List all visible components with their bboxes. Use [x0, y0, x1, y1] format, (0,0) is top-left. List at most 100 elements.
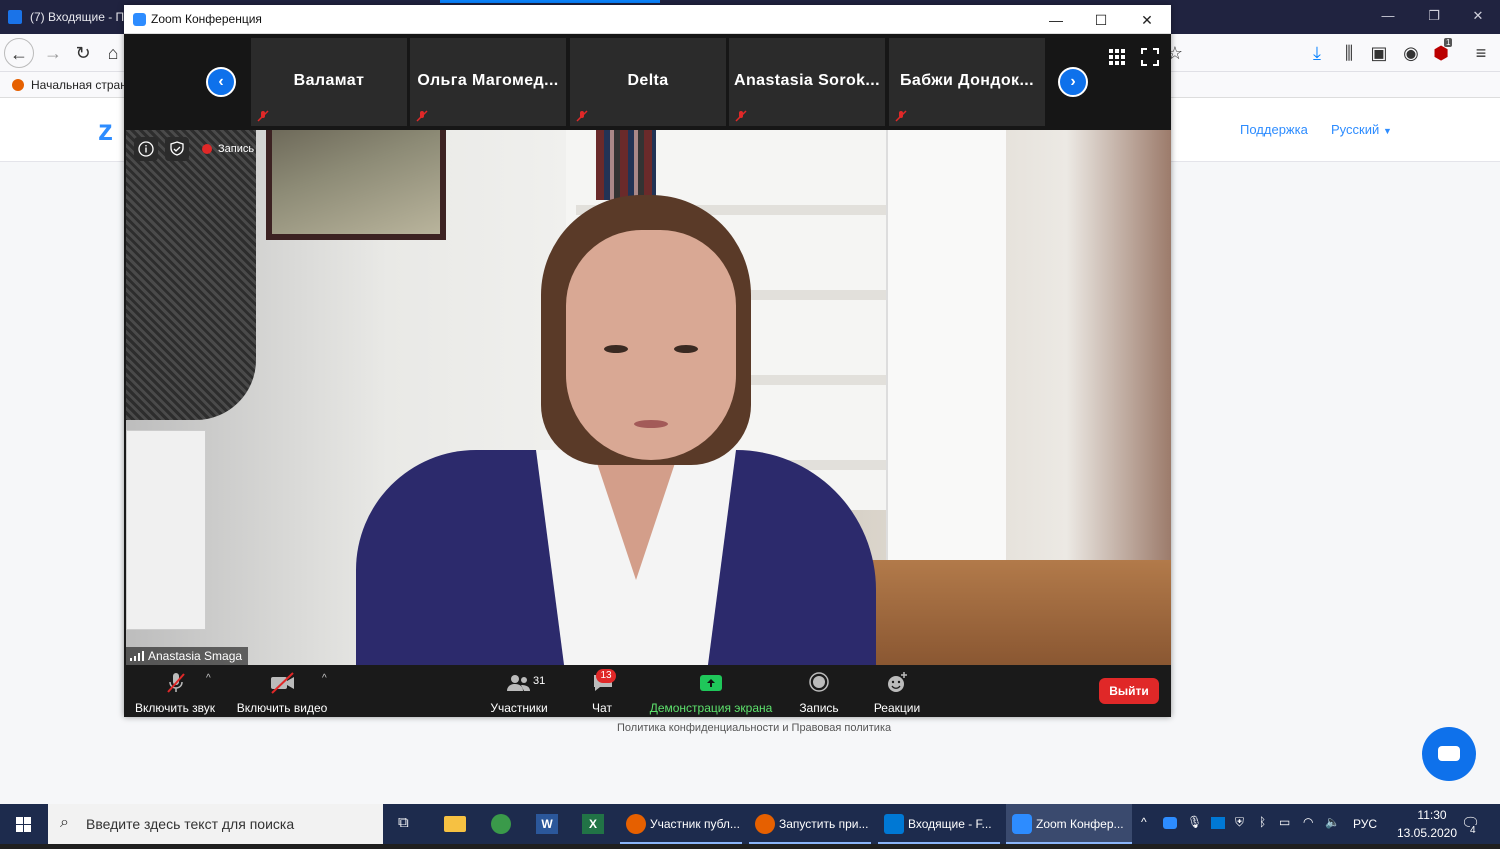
search-icon: ⌕ — [60, 814, 69, 831]
browser-restore-button[interactable]: ❐ — [1414, 4, 1454, 28]
video-off-icon — [271, 672, 294, 694]
start-video-label: Включить видео — [236, 701, 328, 715]
chat-badge: 13 — [596, 669, 616, 683]
forward-icon[interactable]: → — [38, 38, 68, 68]
taskbar-task-zoom[interactable]: Zoom Конфер... — [1006, 804, 1132, 844]
support-link[interactable]: Поддержка — [1240, 122, 1308, 137]
unmute-label: Включить звук — [134, 701, 216, 715]
gallery-view-icon[interactable] — [1106, 46, 1128, 68]
clock-date[interactable]: 13.05.2020 — [1387, 826, 1467, 840]
taskbar-search[interactable]: ⌕ Введите здесь текст для поиска — [48, 804, 383, 844]
clock-time[interactable]: 11:30 — [1397, 808, 1467, 822]
battery-icon[interactable]: ▭ — [1279, 815, 1290, 829]
download-icon[interactable]: ⤓ — [1302, 38, 1332, 68]
taskbar-task-firefox-1[interactable]: Участник публ... — [620, 804, 742, 844]
participant-thumb[interactable]: Валамат — [251, 38, 407, 126]
participant-thumb[interactable]: Ольга Магомед... — [410, 38, 566, 126]
task-view-button[interactable]: ⧉ — [383, 804, 429, 844]
account-icon[interactable]: ◉ — [1396, 38, 1426, 68]
firefox-icon — [755, 814, 775, 834]
active-tab-indicator — [440, 0, 660, 3]
share-screen-button[interactable]: Демонстрация экрана — [644, 665, 778, 717]
menu-icon[interactable]: ≡ — [1466, 38, 1496, 68]
participant-strip: ‹ Валамат Ольга Магомед... Delta Anastas… — [124, 34, 1171, 130]
bluetooth-icon[interactable]: ᛒ — [1259, 815, 1266, 829]
chevron-left-icon: ‹ — [218, 73, 224, 90]
video-books — [596, 130, 656, 200]
tray-chevron-icon[interactable]: ^ — [1141, 815, 1147, 829]
maps-button[interactable] — [478, 804, 524, 844]
zoom-maximize-button[interactable]: ☐ — [1079, 7, 1123, 33]
video-printer — [126, 430, 206, 630]
browser-tab-label: (7) Входящие - П — [30, 10, 124, 24]
firefox-icon — [626, 814, 646, 834]
task-label: Zoom Конфер... — [1036, 817, 1124, 831]
support-chat-button[interactable] — [1422, 727, 1476, 781]
policy-link[interactable]: Политика конфиденциальности и Правовая п… — [617, 722, 891, 734]
record-button[interactable]: Запись — [788, 665, 850, 717]
windows-taskbar: ⌕ Введите здесь текст для поиска ⧉ W X У… — [0, 804, 1500, 844]
language-link[interactable]: Русский — [1331, 122, 1379, 137]
zoom-minimize-button[interactable]: — — [1034, 7, 1078, 33]
participant-thumb[interactable]: Бабжи Дондок... — [889, 38, 1045, 126]
participant-name: Anastasia Sorok... — [734, 72, 880, 89]
participant-name: Delta — [627, 72, 669, 89]
video-floor — [826, 560, 1171, 665]
defender-icon[interactable]: ⛨ — [1235, 815, 1244, 830]
browser-close-button[interactable]: ✕ — [1458, 4, 1498, 28]
globe-icon — [491, 814, 511, 834]
fullscreen-icon[interactable] — [1139, 46, 1161, 68]
reload-icon[interactable]: ↻ — [68, 38, 98, 68]
recording-indicator: Запись — [198, 141, 254, 157]
reactions-button[interactable]: Реакции — [866, 665, 928, 717]
windows-logo-icon — [16, 817, 31, 832]
participants-button[interactable]: 31 Участники — [484, 665, 554, 717]
browser-tab-inbox[interactable]: (7) Входящие - П — [0, 4, 124, 34]
bookmark-home[interactable]: Начальная стран — [31, 78, 127, 92]
taskbar-task-outlook[interactable]: Входящие - F... — [878, 804, 1000, 844]
back-icon[interactable]: ← — [4, 38, 34, 68]
sidebar-icon[interactable]: ▣ — [1364, 38, 1394, 68]
word-icon: W — [536, 814, 558, 834]
participant-thumb[interactable]: Delta — [570, 38, 726, 126]
audio-options-chevron-icon[interactable]: ^ — [206, 673, 211, 684]
start-button[interactable] — [0, 804, 48, 844]
microphone-icon[interactable]: 🎙 — [1187, 815, 1202, 829]
library-icon[interactable]: ⫼ — [1334, 38, 1364, 68]
zoom-icon — [1012, 814, 1032, 834]
strip-prev-button[interactable]: ‹ — [206, 67, 236, 97]
excel-icon: X — [582, 814, 604, 834]
leave-meeting-button[interactable]: Выйти — [1099, 678, 1159, 704]
excel-button[interactable]: X — [570, 804, 616, 844]
wifi-icon[interactable]: ◠ — [1303, 815, 1313, 829]
input-language[interactable]: РУС — [1353, 817, 1377, 831]
active-speaker-video — [126, 130, 1171, 665]
zoom-logo-icon[interactable]: z — [98, 114, 113, 148]
firefox-icon — [12, 79, 24, 91]
chevron-down-icon: ▼ — [1383, 126, 1392, 136]
participant-thumb[interactable]: Anastasia Sorok... — [729, 38, 885, 126]
outlook-icon — [884, 814, 904, 834]
chat-label: Чат — [592, 701, 612, 715]
zoom-window: Zoom Конференция — ☐ ✕ ‹ Валамат Ольга М… — [124, 5, 1171, 717]
participant-name: Бабжи Дондок... — [900, 72, 1034, 89]
zoom-close-button[interactable]: ✕ — [1125, 7, 1169, 33]
taskbar-task-firefox-2[interactable]: Запустить при... — [749, 804, 871, 844]
browser-minimize-button[interactable]: — — [1368, 4, 1408, 28]
meeting-info-button[interactable] — [134, 137, 158, 161]
mic-muted-icon — [167, 673, 185, 693]
participants-icon — [507, 675, 530, 691]
word-button[interactable]: W — [524, 804, 570, 844]
mail-icon — [8, 10, 22, 24]
chat-icon — [1438, 746, 1460, 761]
video-options-chevron-icon[interactable]: ^ — [322, 673, 327, 684]
outlook-tray-icon[interactable] — [1211, 817, 1225, 829]
start-video-button[interactable]: Включить видео — [232, 665, 332, 717]
volume-icon[interactable]: 🔈 — [1325, 815, 1340, 829]
explorer-button[interactable] — [432, 804, 478, 844]
zoom-tray-icon[interactable] — [1163, 817, 1177, 829]
security-button[interactable] — [165, 137, 189, 161]
video-person-eye — [674, 345, 698, 353]
video-door — [886, 130, 1006, 570]
strip-next-button[interactable]: › — [1058, 67, 1088, 97]
